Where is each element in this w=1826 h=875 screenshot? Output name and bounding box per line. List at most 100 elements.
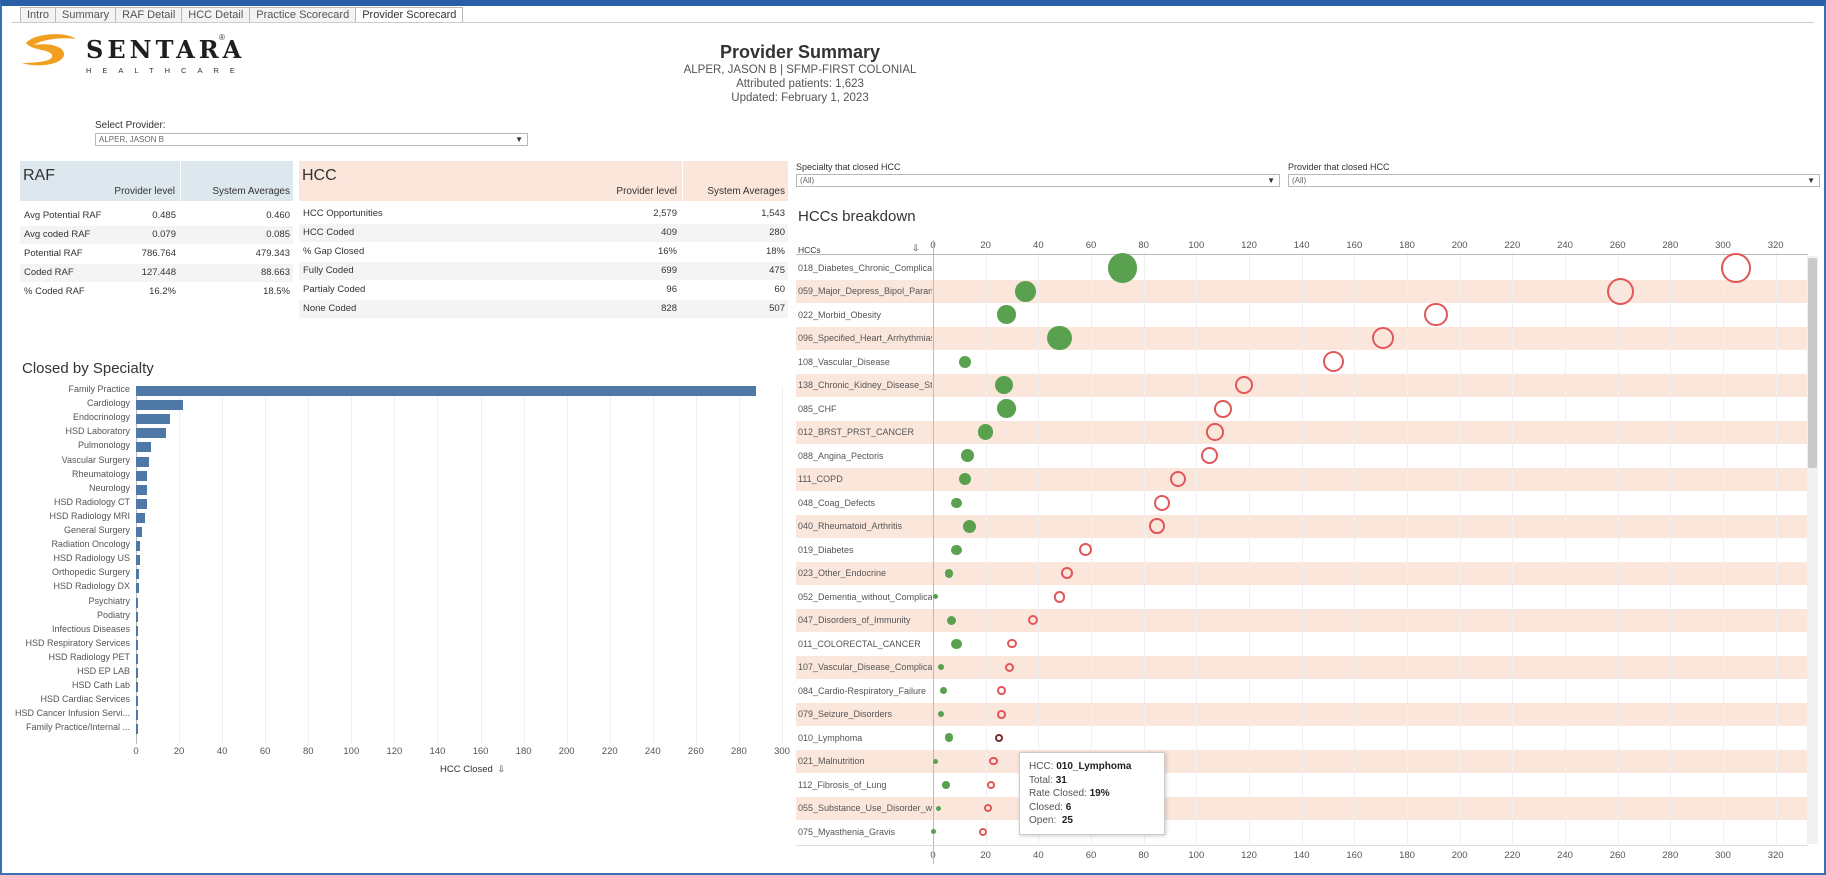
specialty-bar-label: HSD Radiology DX <box>53 581 130 592</box>
specialty-gridline <box>695 386 697 744</box>
select-provider-dropdown[interactable]: ALPER, JASON B ▼ <box>95 133 528 146</box>
specialty-bar[interactable] <box>136 456 149 467</box>
closed-hcc-dot[interactable] <box>944 733 954 743</box>
chevron-down-icon: ▼ <box>1807 176 1815 185</box>
raf-table-row: % Coded RAF 16.2% 18.5% <box>20 283 293 301</box>
closed-hcc-dot[interactable] <box>997 305 1016 324</box>
raf-table-header: RAF Provider level System Averages <box>20 161 293 201</box>
closed-hcc-dot[interactable] <box>951 544 962 555</box>
specialty-bar[interactable] <box>136 386 757 396</box>
specialty-bar[interactable] <box>136 653 139 664</box>
specialty-gridline <box>652 386 654 744</box>
closed-hcc-dot[interactable] <box>935 805 941 811</box>
hcc-tooltip: HCC: 010_Lymphoma Total: 31 Rate Closed:… <box>1019 752 1165 835</box>
hcc-xaxis-tick-bottom: 300 <box>1715 850 1731 861</box>
closed-hcc-dot[interactable] <box>930 829 936 835</box>
specialty-bar[interactable] <box>136 484 147 495</box>
open-hcc-dot[interactable] <box>1721 252 1751 283</box>
specialty-bar-label: Vascular Surgery <box>61 454 130 465</box>
closed-hcc-dot[interactable] <box>951 638 962 649</box>
tooltip-open-value: 25 <box>1061 815 1073 826</box>
closed-hcc-dot[interactable] <box>951 497 962 508</box>
specialty-bar[interactable] <box>136 710 139 721</box>
closed-hcc-dot[interactable] <box>997 399 1016 418</box>
specialty-gridline <box>782 386 783 744</box>
specialty-xaxis-tick: 260 <box>687 746 704 757</box>
tab-provider-scorecard[interactable]: Provider Scorecard <box>355 7 464 23</box>
specialty-bar[interactable] <box>136 625 139 636</box>
hcc-xaxis-tick-top: 320 <box>1767 240 1784 251</box>
closed-hcc-dot[interactable] <box>960 449 974 463</box>
open-hcc-dot[interactable] <box>1154 494 1170 511</box>
open-hcc-dot[interactable] <box>1424 303 1448 327</box>
specialty-bar[interactable] <box>136 428 167 439</box>
specialty-bar[interactable] <box>136 682 139 693</box>
closed-hcc-dot[interactable] <box>1014 280 1036 302</box>
specialty-bar[interactable] <box>136 611 139 622</box>
open-hcc-dot[interactable] <box>1053 590 1066 603</box>
closed-hcc-dot[interactable] <box>958 355 971 368</box>
logo-subtitle: HEALTHCARE <box>86 66 246 75</box>
tab-practice-scorecard[interactable]: Practice Scorecard <box>249 7 356 23</box>
closed-hcc-dot[interactable] <box>944 568 954 578</box>
specialty-bar[interactable] <box>136 470 147 481</box>
open-hcc-dot[interactable] <box>994 733 1004 742</box>
tab-hcc-detail[interactable]: HCC Detail <box>181 7 250 23</box>
specialty-bar[interactable] <box>136 583 140 594</box>
raf-row-system-value: 18.5% <box>263 286 290 297</box>
specialty-bar[interactable] <box>136 724 139 735</box>
closed-hcc-dot[interactable] <box>1107 252 1138 283</box>
sort-icon[interactable]: ⇩ <box>497 764 505 774</box>
open-hcc-dot[interactable] <box>1205 423 1224 442</box>
closed-hcc-dot[interactable] <box>933 758 939 764</box>
open-hcc-dot[interactable] <box>1007 639 1017 649</box>
open-hcc-dot[interactable] <box>1004 662 1014 672</box>
tab-raf-detail[interactable]: RAF Detail <box>115 7 182 23</box>
specialty-bar[interactable] <box>136 498 147 509</box>
tab-intro[interactable]: Intro <box>20 7 56 23</box>
open-hcc-dot[interactable] <box>997 709 1006 719</box>
specialty-bar[interactable] <box>136 639 139 650</box>
open-hcc-dot[interactable] <box>979 827 988 836</box>
hcc-category-label: 019_Diabetes <box>798 544 854 555</box>
specialty-bar[interactable] <box>136 569 140 580</box>
specialty-bar-label: Infectious Diseases <box>51 623 130 634</box>
specialty-bar[interactable] <box>136 512 145 523</box>
open-hcc-dot[interactable] <box>1148 518 1165 535</box>
hcc-category-label: 040_Rheumatoid_Arthritis <box>798 521 903 532</box>
tab-summary[interactable]: Summary <box>55 7 116 23</box>
specialty-bar[interactable] <box>136 400 184 411</box>
column-divider <box>682 161 683 201</box>
hcc-category-label: 079_Seizure_Disorders <box>798 709 893 720</box>
open-hcc-dot[interactable] <box>1322 351 1344 373</box>
open-hcc-dot[interactable] <box>997 686 1006 696</box>
open-hcc-dot[interactable] <box>986 780 995 789</box>
specialty-bar[interactable] <box>136 442 152 453</box>
specialty-bar[interactable] <box>136 597 139 608</box>
scrollbar-thumb[interactable] <box>1808 258 1817 468</box>
closed-hcc-dot[interactable] <box>946 615 957 625</box>
closed-hcc-dot[interactable] <box>1047 326 1072 351</box>
specialty-bar[interactable] <box>136 414 171 425</box>
hcc-xaxis-tick-bottom: 220 <box>1504 850 1521 861</box>
closed-hcc-dot[interactable] <box>958 473 971 486</box>
hcc-gridline <box>1775 252 1777 844</box>
open-hcc-dot[interactable] <box>989 757 998 766</box>
open-hcc-dot[interactable] <box>1606 277 1635 305</box>
specialty-xaxis-tick: 0 <box>133 746 139 757</box>
tooltip-hcc-label: HCC: <box>1029 761 1054 772</box>
specialty-bar[interactable] <box>136 527 143 537</box>
specialty-bar[interactable] <box>136 541 141 552</box>
specialty-bar[interactable] <box>136 696 139 707</box>
specialty-filter-dropdown[interactable]: (All) ▼ <box>796 174 1280 187</box>
specialty-bar[interactable] <box>136 555 141 566</box>
closed-hcc-dot[interactable] <box>942 780 951 789</box>
hcc-gridline <box>1565 252 1566 844</box>
open-hcc-dot[interactable] <box>1213 399 1232 418</box>
raf-table-row: Potential RAF 786.764 479.343 <box>20 245 293 263</box>
specialty-bar[interactable] <box>136 668 139 678</box>
specialty-xaxis-tick: 220 <box>601 746 618 757</box>
raf-row-provider-value: 786.764 <box>141 248 176 259</box>
provider-filter-dropdown[interactable]: (All) ▼ <box>1288 174 1820 187</box>
hcc-category-label: 059_Major_Depress_Bipol_Parano <box>798 286 932 297</box>
